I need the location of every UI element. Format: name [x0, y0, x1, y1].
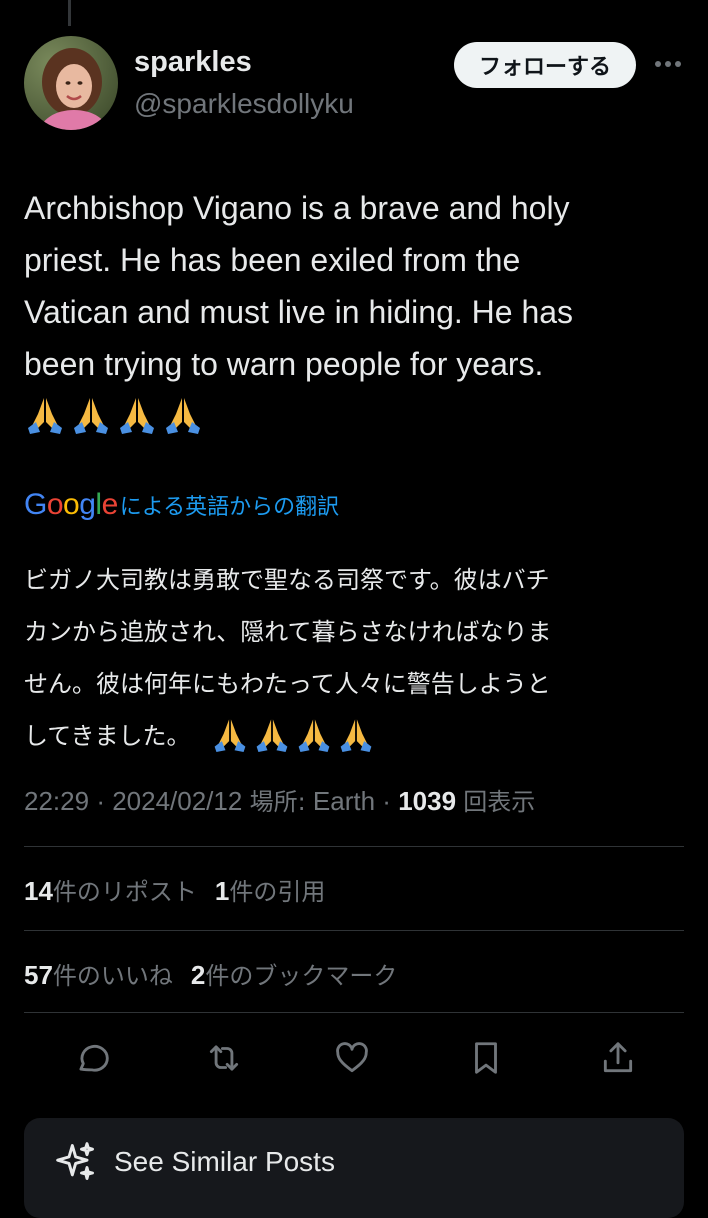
translation-attribution[interactable]: Google による英語からの翻訳 — [24, 488, 339, 522]
action-bar — [70, 1036, 650, 1080]
translation-label: による英語からの翻訳 — [119, 495, 340, 520]
post-emoji-row — [24, 392, 204, 436]
translated-line-last: してきました。 — [24, 710, 688, 762]
meta-separator: · — [382, 786, 399, 816]
bookmark-stat[interactable]: 2件のブックマーク — [191, 960, 397, 990]
follow-button[interactable]: フォローする — [454, 42, 636, 88]
translated-line: せん。彼は何年にもわたって人々に警告しようと — [24, 670, 551, 698]
like-stat[interactable]: 57件のいいね — [24, 960, 173, 990]
see-similar-posts-button[interactable]: See Similar Posts — [24, 1118, 684, 1218]
author-name[interactable]: sparkles — [134, 46, 252, 79]
repost-stat[interactable]: 14件のリポスト — [24, 876, 197, 906]
bookmark-count: 2 — [190, 960, 206, 990]
post-text-line: Vatican and must live in hiding. He has — [24, 294, 574, 330]
more-options-icon[interactable] — [650, 44, 686, 84]
like-count: 57 — [24, 960, 53, 990]
meta-separator: · — [96, 786, 113, 816]
avatar[interactable] — [24, 36, 118, 130]
praying-hands-emoji — [162, 392, 204, 436]
post-date[interactable]: 2024/02/12 — [112, 786, 242, 816]
see-similar-posts-label: See Similar Posts — [114, 1146, 335, 1177]
google-logo: Google — [24, 488, 118, 521]
praying-hands-emoji — [256, 719, 287, 752]
repost-icon[interactable] — [202, 1036, 246, 1080]
translated-text: ビガノ大司教は勇敢で聖なる司祭です。彼はバチ カンから追放され、隠れて暮らさなけ… — [24, 554, 688, 762]
praying-hands-emoji — [116, 392, 158, 436]
quote-label: 件の引用 — [229, 878, 326, 906]
praying-hands-emoji — [214, 719, 245, 752]
sparkle-icon — [54, 1140, 98, 1189]
like-label: 件のいいね — [52, 962, 173, 990]
repost-count: 14 — [24, 876, 53, 906]
post-text-line: priest. He has been exiled from the — [24, 242, 521, 278]
location-label: 場所: — [249, 788, 306, 816]
translated-line: ビガノ大司教は勇敢で聖なる司祭です。彼はバチ — [24, 566, 550, 594]
quote-count: 1 — [214, 876, 230, 906]
praying-hands-emoji — [24, 392, 66, 436]
repost-label: 件のリポスト — [52, 878, 197, 906]
post-text-line: Archbishop Vigano is a brave and holy — [24, 190, 570, 226]
author-handle[interactable]: @sparklesdollyku — [134, 88, 354, 120]
translated-emoji-row — [211, 714, 375, 752]
post-text-line: been trying to warn people for years. — [24, 346, 544, 382]
post-meta: 22:29 · 2024/02/12 場所: Earth · 1039 回表示 — [24, 782, 535, 817]
quote-stat[interactable]: 1件の引用 — [215, 876, 325, 906]
translated-line: カンから追放され、隠れて暮らさなければなりま — [24, 618, 552, 646]
repost-quote-stats: 14件のリポスト 1件の引用 — [24, 872, 325, 907]
divider — [24, 930, 684, 931]
post-time[interactable]: 22:29 — [24, 786, 89, 816]
bookmark-label: 件のブックマーク — [205, 962, 398, 990]
thread-connector-line — [68, 0, 71, 26]
post-text: Archbishop Vigano is a brave and holy pr… — [24, 182, 684, 390]
praying-hands-emoji — [340, 719, 371, 752]
view-count: 1039 — [398, 786, 457, 816]
divider — [24, 846, 684, 847]
post-location: Earth — [312, 786, 376, 816]
post-header: sparkles @sparklesdollyku フォローする — [24, 36, 684, 132]
praying-hands-emoji — [298, 719, 329, 752]
reply-icon[interactable] — [70, 1036, 114, 1080]
like-bookmark-stats: 57件のいいね 2件のブックマーク — [24, 956, 397, 991]
praying-hands-emoji — [70, 392, 112, 436]
translated-line: してきました。 — [24, 722, 191, 750]
share-icon[interactable] — [596, 1036, 640, 1080]
view-count-label: 回表示 — [463, 788, 536, 816]
bookmark-icon[interactable] — [464, 1036, 508, 1080]
like-icon[interactable] — [330, 1036, 374, 1080]
divider — [24, 1012, 684, 1013]
